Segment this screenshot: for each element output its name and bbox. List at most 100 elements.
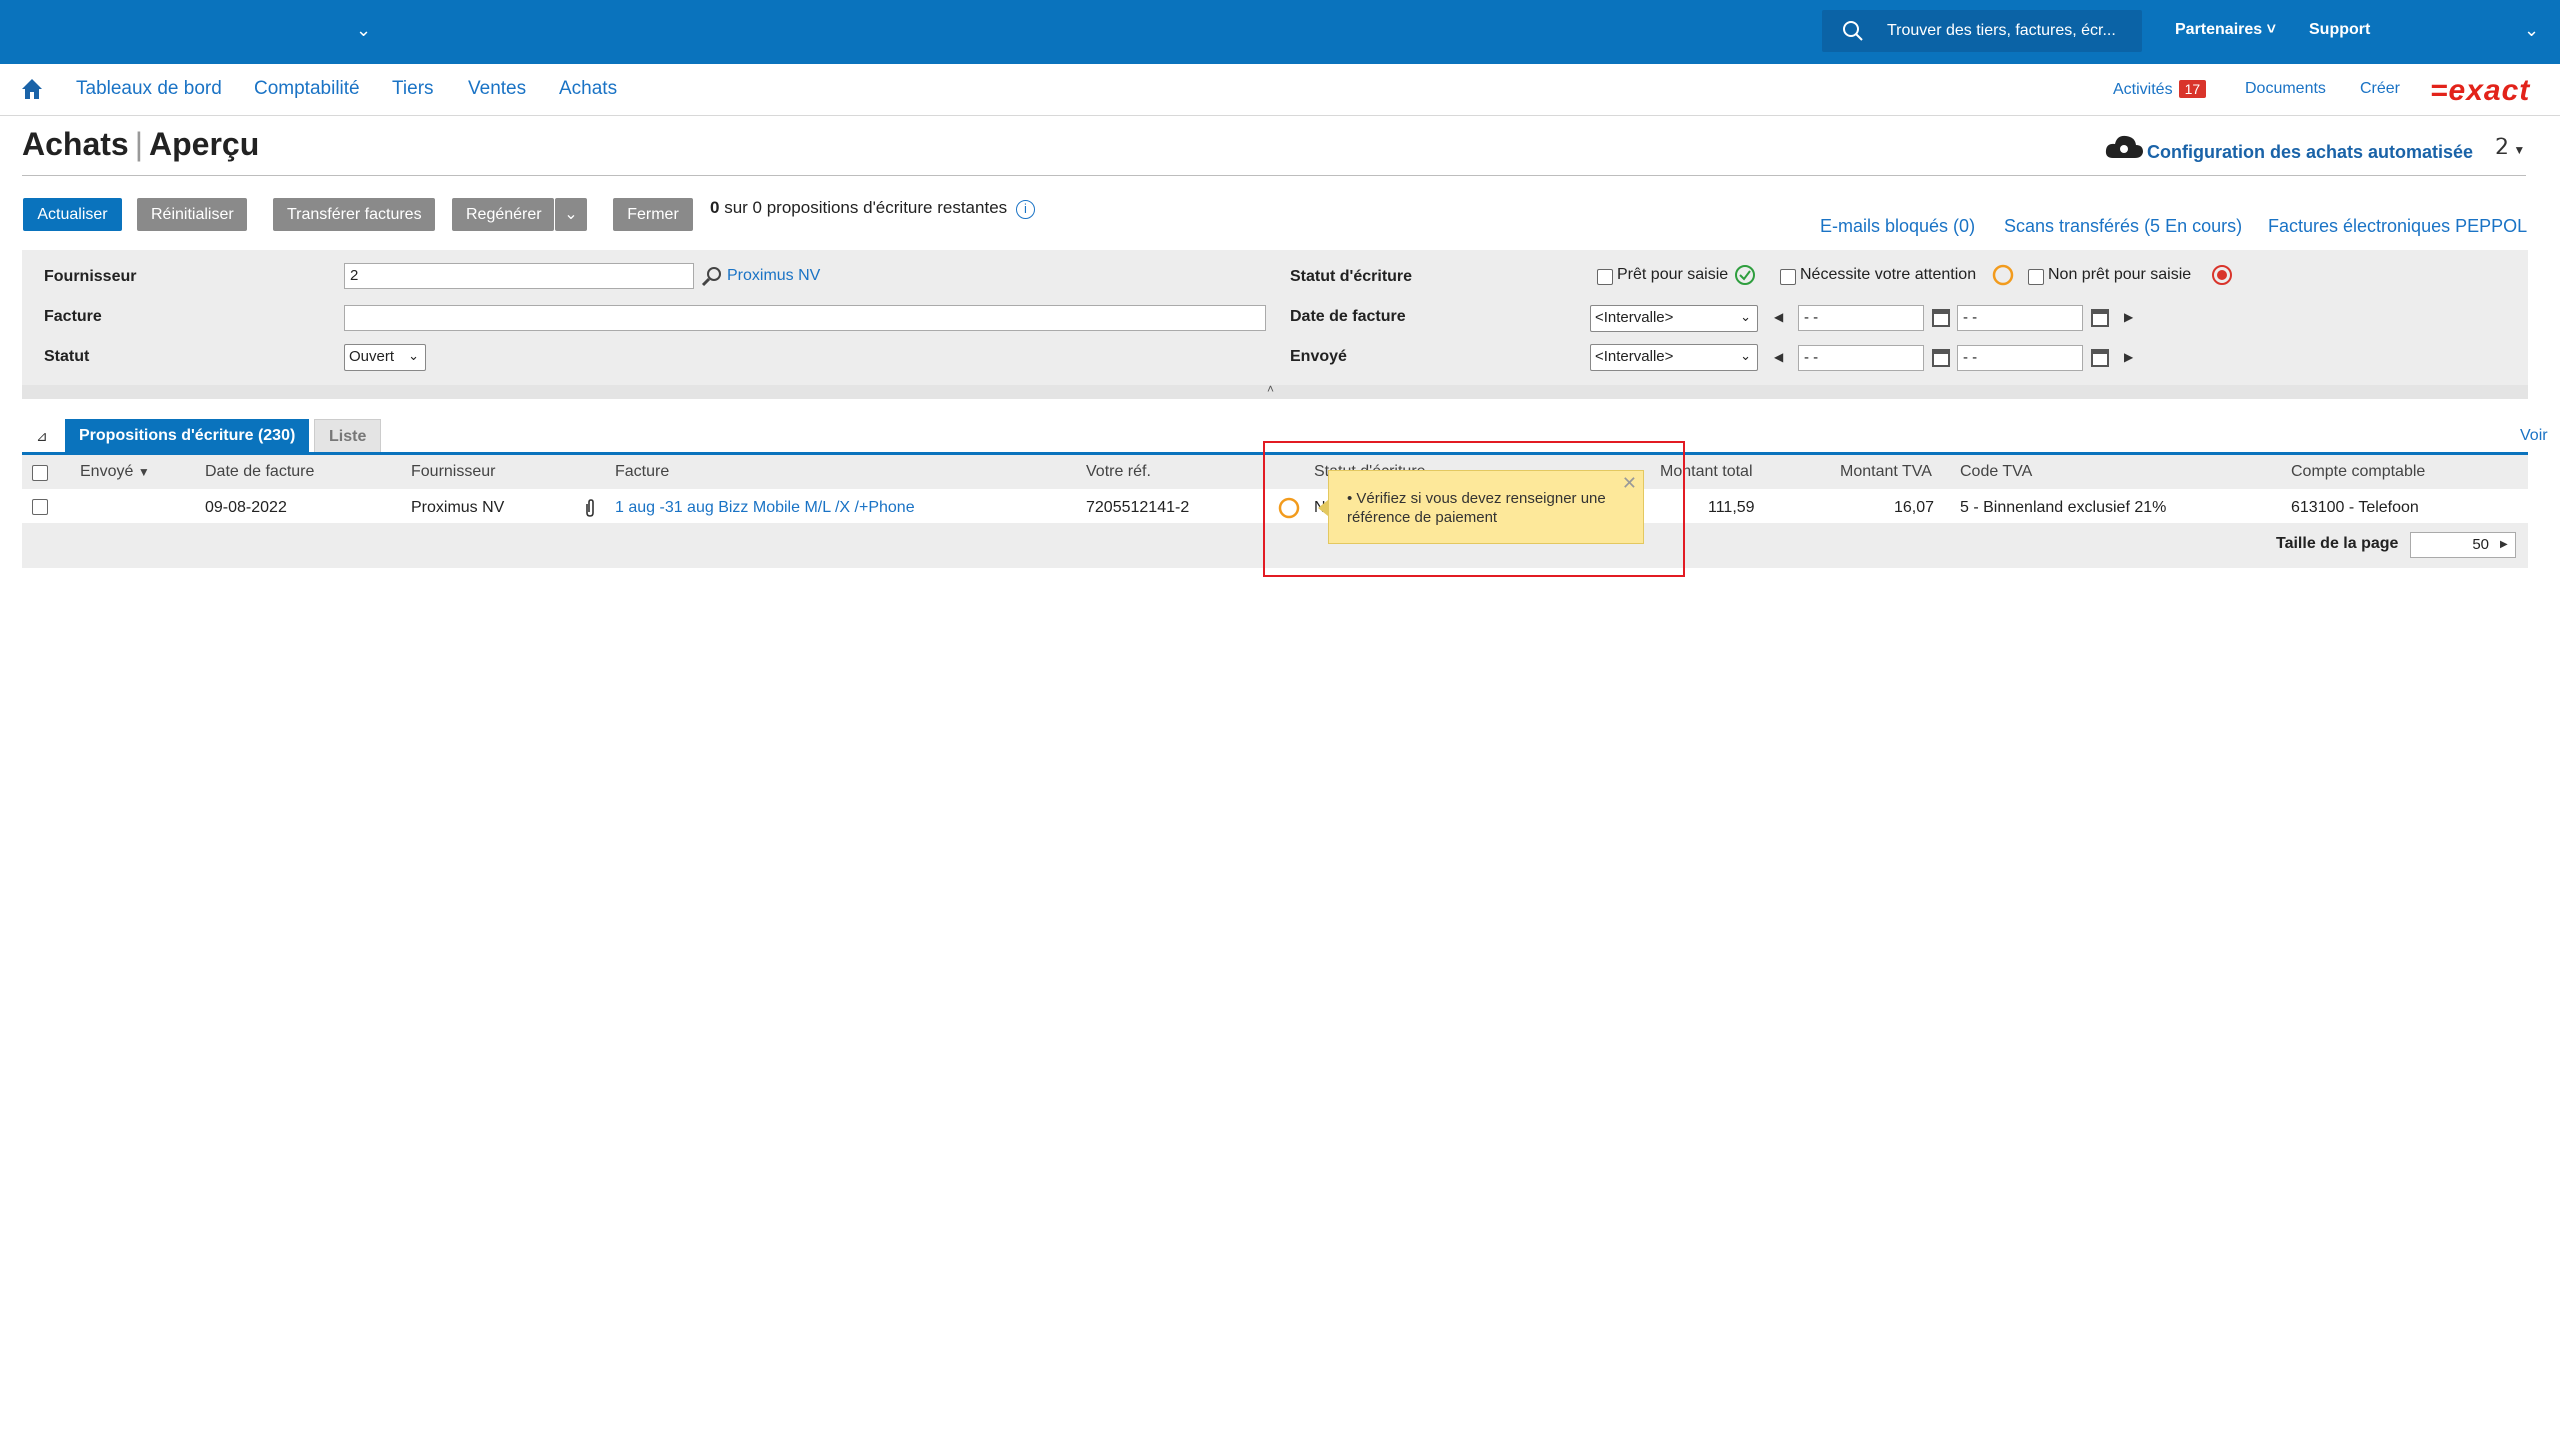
activities-link[interactable]: Activités 17 bbox=[2113, 80, 2207, 99]
row-your-ref: 7205512141-2 bbox=[1086, 499, 1190, 516]
nav-relations[interactable]: Tiers bbox=[392, 78, 434, 100]
user-menu-chevron-down-icon[interactable]: ⌄ bbox=[2524, 20, 2539, 41]
regenerate-button[interactable]: Regénérer bbox=[452, 198, 554, 231]
not-ready-icon bbox=[2212, 265, 2232, 285]
sent-interval-select[interactable]: <Intervalle> ⌄ bbox=[1590, 344, 1758, 371]
calendar-icon[interactable] bbox=[1932, 309, 1950, 327]
top-bar: ⌄ Trouver des tiers, factures, écr... Pa… bbox=[0, 0, 2560, 64]
search-icon bbox=[1843, 21, 1863, 41]
row-invoice-date: 09-08-2022 bbox=[205, 499, 287, 516]
reset-button[interactable]: Réinitialiser bbox=[137, 198, 247, 231]
calendar-icon[interactable] bbox=[2091, 349, 2109, 367]
cloud-config-icon bbox=[2105, 135, 2143, 158]
automated-purchases-config-link[interactable]: Configuration des achats automatisée bbox=[2147, 142, 2473, 163]
page-size-arrow-icon[interactable]: ▶ bbox=[2500, 539, 2508, 550]
supplier-input[interactable]: 2 bbox=[344, 263, 694, 289]
page-size-label: Taille de la page bbox=[2276, 535, 2399, 552]
pin-icon[interactable]: ⊿ bbox=[36, 428, 48, 445]
remaining-proposals-text: 0 sur 0 propositions d'écriture restante… bbox=[710, 198, 1035, 219]
ready-checkbox[interactable] bbox=[1597, 269, 1613, 285]
tools-menu-icon[interactable]: 𝟤 ▼ bbox=[2495, 134, 2525, 160]
not-ready-label: Non prêt pour saisie bbox=[2048, 266, 2192, 283]
nav-purchases[interactable]: Achats bbox=[559, 78, 617, 100]
attention-label: Nécessite votre attention bbox=[1800, 266, 1977, 283]
highlight-box bbox=[1263, 441, 1685, 577]
column-your-ref[interactable]: Votre réf. bbox=[1086, 463, 1151, 481]
previous-arrow-icon[interactable]: ◀ bbox=[1774, 310, 1783, 324]
create-link[interactable]: Créer bbox=[2360, 80, 2400, 98]
row-supplier: Proximus NV bbox=[411, 499, 505, 516]
transferred-scans-link[interactable]: Scans transférés (5 En cours) bbox=[2004, 216, 2242, 237]
attachment-icon[interactable] bbox=[584, 498, 596, 518]
row-total-amount: 111,59 bbox=[1708, 499, 1755, 516]
collapse-chevron-up-icon[interactable]: ˄ bbox=[1267, 382, 1274, 396]
support-menu[interactable]: Support bbox=[2309, 21, 2370, 39]
supplier-search-icon[interactable] bbox=[701, 266, 723, 288]
column-vat-code[interactable]: Code TVA bbox=[1960, 463, 2032, 481]
close-button[interactable]: Fermer bbox=[613, 198, 693, 231]
exact-logo: =exact bbox=[2430, 74, 2531, 107]
attention-checkbox[interactable] bbox=[1780, 269, 1796, 285]
next-arrow-icon[interactable]: ▶ bbox=[2124, 310, 2133, 324]
column-account[interactable]: Compte comptable bbox=[2291, 463, 2425, 481]
select-all-checkbox[interactable] bbox=[32, 465, 48, 481]
column-invoice[interactable]: Facture bbox=[615, 463, 669, 481]
status-select[interactable]: Ouvert ⌄ bbox=[344, 344, 426, 371]
filter-collapse-bar[interactable]: ˄ bbox=[22, 382, 2528, 399]
not-ready-checkbox[interactable] bbox=[2028, 269, 2044, 285]
entry-status-label: Statut d'écriture bbox=[1290, 268, 1413, 285]
nav-accounting[interactable]: Comptabilité bbox=[254, 78, 360, 100]
page-title: Achats | Aperçu bbox=[22, 126, 260, 162]
tab-proposals[interactable]: Propositions d'écriture (230) bbox=[65, 419, 310, 453]
chevron-down-icon: ⌄ bbox=[1740, 309, 1751, 324]
blocked-emails-link[interactable]: E-mails bloqués (0) bbox=[1820, 216, 1975, 237]
invoice-date-to-input[interactable]: - - bbox=[1957, 305, 2083, 331]
refresh-button[interactable]: Actualiser bbox=[23, 198, 122, 231]
chevron-down-icon: ⌄ bbox=[564, 206, 578, 223]
next-arrow-icon[interactable]: ▶ bbox=[2124, 350, 2133, 364]
column-invoice-date[interactable]: Date de facture bbox=[205, 463, 314, 481]
home-icon[interactable] bbox=[20, 77, 44, 101]
sent-to-input[interactable]: - - bbox=[1957, 345, 2083, 371]
attention-circle-icon bbox=[1992, 264, 2014, 286]
row-checkbox[interactable] bbox=[32, 499, 48, 515]
calendar-icon[interactable] bbox=[1932, 349, 1950, 367]
ready-check-icon bbox=[1735, 265, 1755, 285]
peppol-invoices-link[interactable]: Factures électroniques PEPPOL bbox=[2268, 216, 2527, 237]
tab-list[interactable]: Liste bbox=[314, 419, 382, 453]
sent-label: Envoyé bbox=[1290, 348, 1347, 365]
row-vat-code: 5 - Binnenland exclusief 21% bbox=[1960, 499, 2167, 516]
main-navigation: Tableaux de bord Comptabilité Tiers Vent… bbox=[0, 64, 2560, 116]
partners-menu[interactable]: Partenaires ˅ bbox=[2175, 21, 2276, 39]
row-vat-amount: 16,07 bbox=[1894, 499, 1935, 516]
row-invoice-link[interactable]: 1 aug -31 aug Bizz Mobile M/L /X /+Phone bbox=[615, 499, 915, 517]
invoice-input[interactable] bbox=[344, 305, 1266, 331]
supplier-label: Fournisseur bbox=[44, 268, 137, 285]
sent-from-input[interactable]: - - bbox=[1798, 345, 1924, 371]
documents-link[interactable]: Documents bbox=[2245, 80, 2326, 98]
title-divider bbox=[22, 175, 2526, 176]
chevron-down-icon: ˅ bbox=[2266, 21, 2276, 38]
chevron-down-icon: ⌄ bbox=[408, 348, 419, 363]
calendar-icon[interactable] bbox=[2091, 309, 2109, 327]
regenerate-dropdown-button[interactable]: ⌄ bbox=[555, 198, 587, 231]
activities-badge: 17 bbox=[2178, 80, 2207, 98]
invoice-date-label: Date de facture bbox=[1290, 308, 1406, 325]
transfer-invoices-button[interactable]: Transférer factures bbox=[273, 198, 435, 231]
row-account: 613100 - Telefoon bbox=[2291, 499, 2419, 516]
column-vat-amount[interactable]: Montant TVA bbox=[1840, 463, 1932, 481]
sort-desc-icon: ▼ bbox=[137, 465, 150, 479]
ready-label: Prêt pour saisie bbox=[1617, 266, 1729, 283]
supplier-name-link[interactable]: Proximus NV bbox=[727, 267, 820, 285]
view-link[interactable]: Voir bbox=[2520, 427, 2548, 445]
invoice-date-interval-select[interactable]: <Intervalle> ⌄ bbox=[1590, 305, 1758, 332]
info-icon[interactable]: i bbox=[1015, 200, 1035, 219]
invoice-date-from-input[interactable]: - - bbox=[1798, 305, 1924, 331]
column-sent[interactable]: Envoyé ▼ bbox=[80, 463, 150, 481]
global-search-input[interactable]: Trouver des tiers, factures, écr... bbox=[1822, 10, 2142, 52]
column-supplier[interactable]: Fournisseur bbox=[411, 463, 495, 481]
environment-chevron-down-icon[interactable]: ⌄ bbox=[356, 20, 371, 41]
nav-sales[interactable]: Ventes bbox=[468, 78, 526, 100]
nav-dashboards[interactable]: Tableaux de bord bbox=[76, 78, 222, 100]
previous-arrow-icon[interactable]: ◀ bbox=[1774, 350, 1783, 364]
